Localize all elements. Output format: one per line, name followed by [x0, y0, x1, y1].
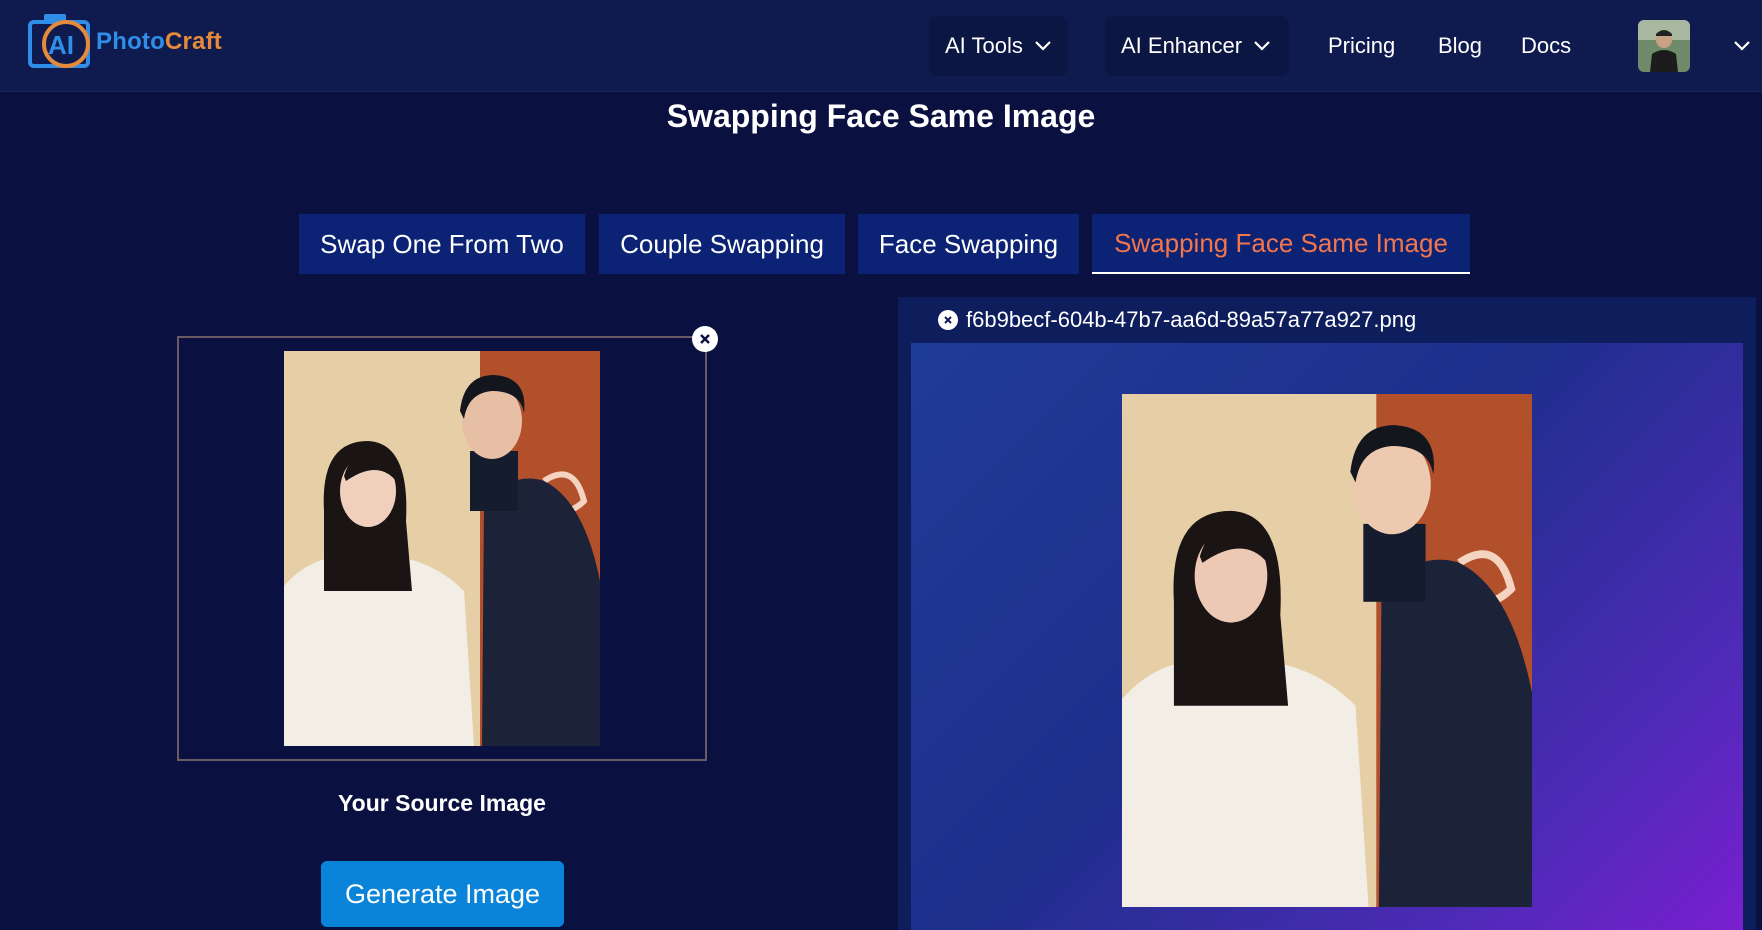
- nav-ai-tools-dropdown[interactable]: AI Tools: [929, 16, 1068, 76]
- nav-ai-enhancer-label: AI Enhancer: [1121, 33, 1243, 58]
- close-icon: [700, 334, 710, 344]
- generate-image-button[interactable]: Generate Image: [321, 861, 564, 927]
- account-menu-chevron-icon[interactable]: [1734, 38, 1750, 56]
- source-image: [284, 351, 600, 746]
- nav-docs-link[interactable]: Docs: [1521, 33, 1571, 59]
- camera-logo-icon: AI: [28, 14, 90, 68]
- logo-word-craft: Craft: [164, 28, 222, 55]
- nav-pricing-link[interactable]: Pricing: [1328, 33, 1395, 59]
- page: AI PhotoCraft AI Tools AI Enhancer Prici…: [0, 0, 1762, 930]
- nav-blog-link[interactable]: Blog: [1438, 33, 1482, 59]
- source-image-caption: Your Source Image: [338, 790, 546, 816]
- logo-wordmark: PhotoCraft: [96, 28, 222, 56]
- chevron-down-icon: [1254, 41, 1270, 51]
- result-panel: f6b9becf-604b-47b7-aa6d-89a57a77a927.png: [898, 297, 1756, 930]
- result-image-stage: [911, 343, 1743, 930]
- brand-logo[interactable]: AI PhotoCraft: [26, 8, 236, 72]
- avatar-photo: [1638, 20, 1690, 72]
- nav-ai-tools-label: AI Tools: [945, 33, 1023, 58]
- user-avatar[interactable]: [1638, 20, 1690, 72]
- result-file-header: f6b9becf-604b-47b7-aa6d-89a57a77a927.png: [898, 297, 1756, 343]
- logo-badge-text: AI: [48, 30, 74, 60]
- result-file-name: f6b9becf-604b-47b7-aa6d-89a57a77a927.png: [966, 307, 1417, 332]
- result-image: [1122, 394, 1532, 907]
- close-icon: [944, 316, 952, 324]
- remove-source-image-button[interactable]: [692, 326, 718, 352]
- tab-swap-one-from-two[interactable]: Swap One From Two: [299, 214, 585, 274]
- logo-word-photo: Photo: [96, 28, 165, 55]
- tab-swapping-face-same-image[interactable]: Swapping Face Same Image: [1092, 214, 1470, 274]
- tab-couple-swapping[interactable]: Couple Swapping: [599, 214, 845, 274]
- page-title: Swapping Face Same Image: [666, 98, 1096, 134]
- chevron-down-icon: [1035, 41, 1051, 51]
- top-navbar: AI PhotoCraft AI Tools AI Enhancer Prici…: [0, 0, 1762, 92]
- tab-face-swapping[interactable]: Face Swapping: [858, 214, 1079, 274]
- remove-result-file-button[interactable]: [938, 310, 958, 330]
- nav-ai-enhancer-dropdown[interactable]: AI Enhancer: [1105, 16, 1289, 76]
